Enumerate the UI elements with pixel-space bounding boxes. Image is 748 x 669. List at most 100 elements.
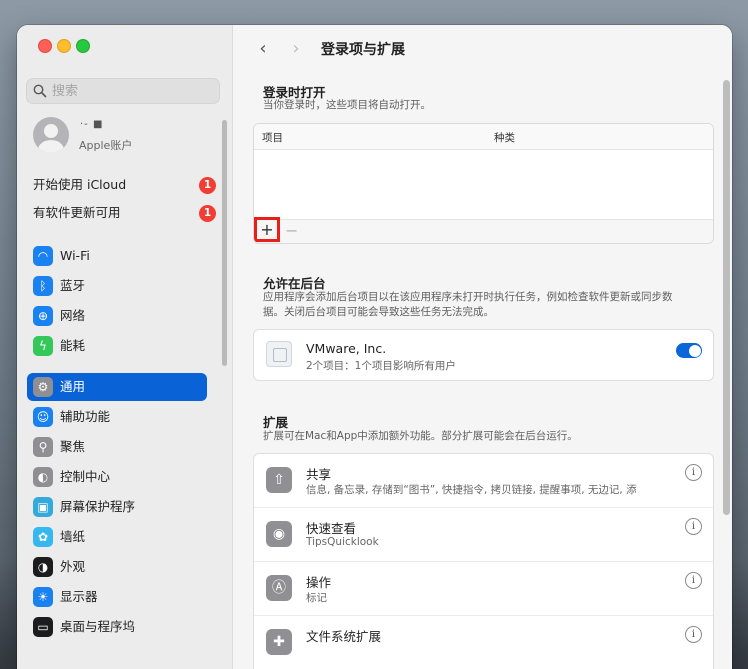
notice-item[interactable]: 有软件更新可用 1 — [33, 202, 216, 224]
brightness-icon: ☀ — [33, 587, 53, 607]
login-items-table[interactable]: 项目 种类 + − — [253, 123, 714, 244]
notification-badge: 1 — [199, 205, 216, 222]
sidebar-item-label: 显示器 — [60, 589, 98, 604]
sidebar-item[interactable]: ⚙ 通用 — [27, 373, 207, 401]
column-header-item[interactable]: 项目 — [262, 130, 283, 145]
sidebar-item[interactable]: ▣ 屏幕保护程序 — [27, 493, 207, 521]
sidebar-item-label: 通用 — [60, 379, 86, 394]
eye-icon: ◉ — [266, 521, 292, 547]
main-pane: ‹ › 登录项与扩展 登录时打开 当你登录时，这些项目将自动打开。 项目 种类 … — [233, 25, 732, 669]
appearance-icon: ◑ — [33, 557, 53, 577]
sidebar-item[interactable]: ☀ 显示器 — [27, 583, 207, 611]
remove-login-item-button[interactable]: − — [285, 221, 298, 241]
main-scrollbar[interactable] — [723, 80, 730, 515]
accessibility-icon: ☺ — [33, 407, 53, 427]
minimize-window-button[interactable] — [57, 39, 71, 53]
battery-icon: ϟ — [33, 336, 53, 356]
extension-detail: 信息, 备忘录, 存储到“图书”, 快捷指令, 拷贝链接, 提醒事项, 无边记,… — [306, 484, 636, 496]
extension-detail: 标记 — [306, 592, 327, 604]
sidebar-item[interactable]: ◐ 控制中心 — [27, 463, 207, 491]
zoom-window-button[interactable] — [76, 39, 90, 53]
vendor-name: VMware, Inc. — [306, 341, 387, 356]
dock-icon: ▭ — [33, 617, 53, 637]
avatar — [33, 117, 69, 153]
extension-name: 操作 — [306, 575, 332, 590]
vendor-toggle-switch[interactable] — [676, 343, 702, 358]
notice-label: 开始使用 iCloud — [33, 177, 127, 192]
extensions-list: ⇧ 共享信息, 备忘录, 存储到“图书”, 快捷指令, 拷贝链接, 提醒事项, 无… — [253, 453, 714, 669]
info-icon[interactable]: i — [685, 572, 702, 589]
page-title: 登录项与扩展 — [321, 42, 405, 58]
background-items-description: 应用程序会添加后台项目以在该应用程序未打开时执行任务，例如检查软件更新或同步数据… — [263, 291, 673, 318]
puzzle-icon: ✚ — [266, 629, 292, 655]
apple-account-item[interactable]: ·- ■ Apple账户 — [33, 117, 218, 157]
account-subtitle: Apple账户 — [79, 139, 133, 152]
toolbar: ‹ › 登录项与扩展 — [233, 25, 732, 73]
search-input[interactable] — [52, 82, 212, 100]
search-icon — [33, 84, 47, 98]
sidebar-item[interactable]: ϟ 能耗 — [27, 332, 207, 360]
notice-item[interactable]: 开始使用 iCloud 1 — [33, 174, 216, 196]
column-header-kind[interactable]: 种类 — [494, 130, 515, 145]
notice-label: 有软件更新可用 — [33, 205, 121, 220]
chevron-left-icon: ‹ — [259, 38, 267, 59]
close-window-button[interactable] — [38, 39, 52, 53]
sidebar-item-label: 墙纸 — [60, 529, 86, 544]
sidebar-item[interactable]: ⚲ 聚焦 — [27, 433, 207, 461]
sidebar-item-label: 桌面与程序坞 — [60, 619, 136, 634]
info-icon[interactable]: i — [685, 464, 702, 481]
sidebar-item[interactable]: ⊕ 网络 — [27, 302, 207, 330]
info-icon[interactable]: i — [685, 626, 702, 643]
notification-badge: 1 — [199, 177, 216, 194]
screensaver-icon: ▣ — [33, 497, 53, 517]
gear-icon: ⚙ — [33, 377, 53, 397]
wifi-icon: ◠ — [33, 246, 53, 266]
sidebar-item[interactable]: ᛒ 蓝牙 — [27, 272, 207, 300]
sidebar: ·- ■ Apple账户 开始使用 iCloud 1 有软件更新可用 1 ◠ Wi-Fi… — [17, 25, 233, 669]
sidebar-item[interactable]: ☺ 辅助功能 — [27, 403, 207, 431]
sidebar-item-label: 外观 — [60, 559, 86, 574]
table-header: 项目 种类 — [254, 124, 713, 150]
sidebar-item-label: 控制中心 — [60, 469, 111, 484]
account-name: ·- ■ — [80, 119, 104, 130]
sidebar-item-label: 屏幕保护程序 — [60, 499, 136, 514]
table-footer: + − — [254, 217, 713, 243]
forward-button[interactable]: › — [285, 38, 307, 60]
info-icon[interactable]: i — [685, 518, 702, 535]
extension-row[interactable]: ⇧ 共享信息, 备忘录, 存储到“图书”, 快捷指令, 拷贝链接, 提醒事项, 无… — [254, 454, 713, 508]
back-button[interactable]: ‹ — [252, 38, 274, 60]
magnifier-icon: ⚲ — [33, 437, 53, 457]
sidebar-item-label: 网络 — [60, 308, 86, 323]
extension-row[interactable]: ✚ 文件系统扩展 i — [254, 616, 713, 669]
extension-detail: TipsQuicklook — [306, 536, 379, 548]
vendor-detail: 2个项目：1个项目影响所有用户 — [306, 360, 456, 372]
add-login-item-button[interactable]: + — [254, 217, 280, 242]
sidebar-item-label: 蓝牙 — [60, 278, 86, 293]
login-items-description: 当你登录时，这些项目将自动打开。 — [263, 99, 431, 111]
sidebar-scrollbar[interactable] — [222, 120, 227, 366]
sidebar-item[interactable]: ✿ 墙纸 — [27, 523, 207, 551]
search-field[interactable] — [26, 78, 220, 104]
sidebar-item-label: 能耗 — [60, 338, 86, 353]
extension-name: 快速查看 — [306, 521, 357, 536]
markup-icon: Ⓐ — [266, 575, 292, 601]
extension-row[interactable]: ◉ 快速查看 TipsQuicklook i — [254, 508, 713, 562]
extension-row[interactable]: Ⓐ 操作标记 i — [254, 562, 713, 616]
vmware-app-icon — [266, 341, 292, 367]
extensions-description: 扩展可在Mac和App中添加额外功能。部分扩展可能会在后台运行。 — [263, 430, 578, 442]
globe-icon: ⊕ — [33, 306, 53, 326]
bluetooth-icon: ᛒ — [33, 276, 53, 296]
extension-name: 共享 — [306, 467, 332, 482]
sidebar-item[interactable]: ◑ 外观 — [27, 553, 207, 581]
sidebar-item[interactable]: ◠ Wi-Fi — [27, 242, 207, 270]
background-item-row[interactable]: VMware, Inc. 2个项目：1个项目影响所有用户 — [253, 329, 714, 381]
sidebar-item[interactable]: ▭ 桌面与程序坞 — [27, 613, 207, 641]
sidebar-item-label: 辅助功能 — [60, 409, 111, 424]
share-icon: ⇧ — [266, 467, 292, 493]
system-settings-window: ·- ■ Apple账户 开始使用 iCloud 1 有软件更新可用 1 ◠ Wi-Fi… — [17, 25, 732, 669]
sidebar-item-label: 聚焦 — [60, 439, 86, 454]
chevron-right-icon: › — [292, 38, 300, 59]
control-center-icon: ◐ — [33, 467, 53, 487]
flower-icon: ✿ — [33, 527, 53, 547]
sidebar-item-label: Wi-Fi — [60, 248, 90, 263]
